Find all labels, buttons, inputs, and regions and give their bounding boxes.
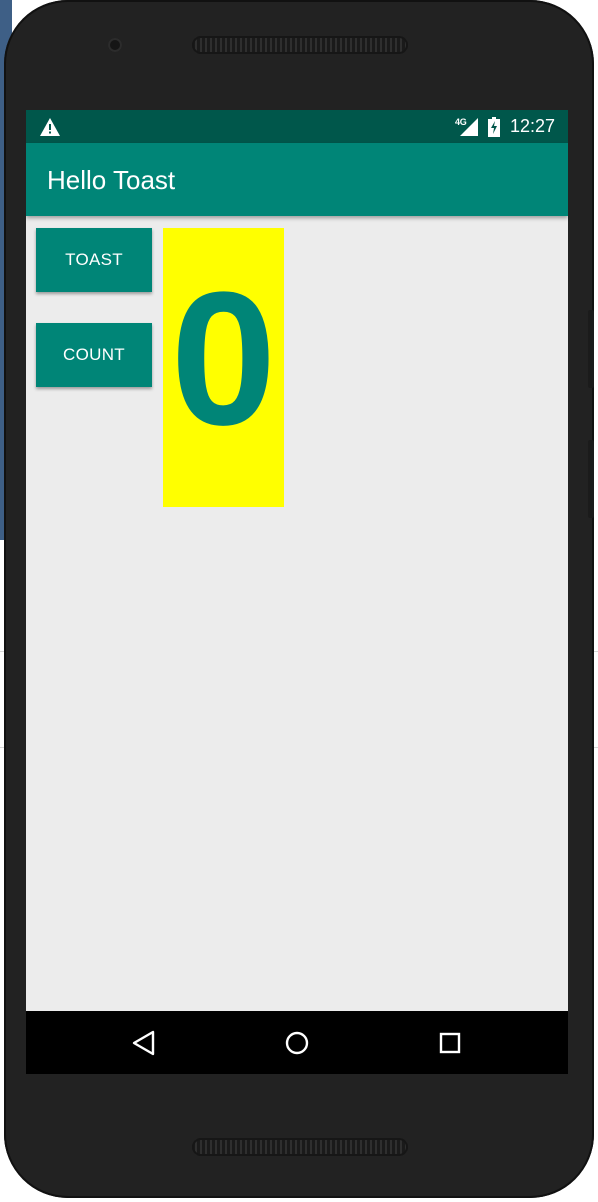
device-screen: 4G 12:27 Hello Toast TOAST COUNT 0 (26, 110, 568, 1074)
bottom-speaker-grille (192, 1138, 408, 1156)
count-value: 0 (170, 253, 277, 465)
toast-button[interactable]: TOAST (36, 228, 152, 292)
back-icon[interactable] (131, 1030, 157, 1056)
front-camera (108, 38, 122, 52)
status-bar: 4G 12:27 (26, 110, 568, 143)
power-button (588, 440, 594, 518)
battery-charging-icon (488, 117, 500, 137)
app-bar: Hello Toast (26, 143, 568, 216)
signal-icon (460, 118, 478, 136)
main-content: TOAST COUNT 0 (26, 216, 568, 1011)
stage: 4G 12:27 Hello Toast TOAST COUNT 0 (0, 0, 598, 1202)
count-button[interactable]: COUNT (36, 323, 152, 387)
app-title: Hello Toast (47, 165, 176, 195)
top-speaker-grille (192, 36, 408, 54)
navigation-bar (26, 1011, 568, 1074)
count-display: 0 (163, 228, 284, 507)
home-icon[interactable] (284, 1030, 310, 1056)
volume-button (588, 310, 594, 388)
status-clock: 12:27 (510, 116, 556, 136)
phone-frame: 4G 12:27 Hello Toast TOAST COUNT 0 (4, 0, 594, 1198)
recents-icon[interactable] (437, 1030, 463, 1056)
warning-icon (40, 118, 60, 136)
